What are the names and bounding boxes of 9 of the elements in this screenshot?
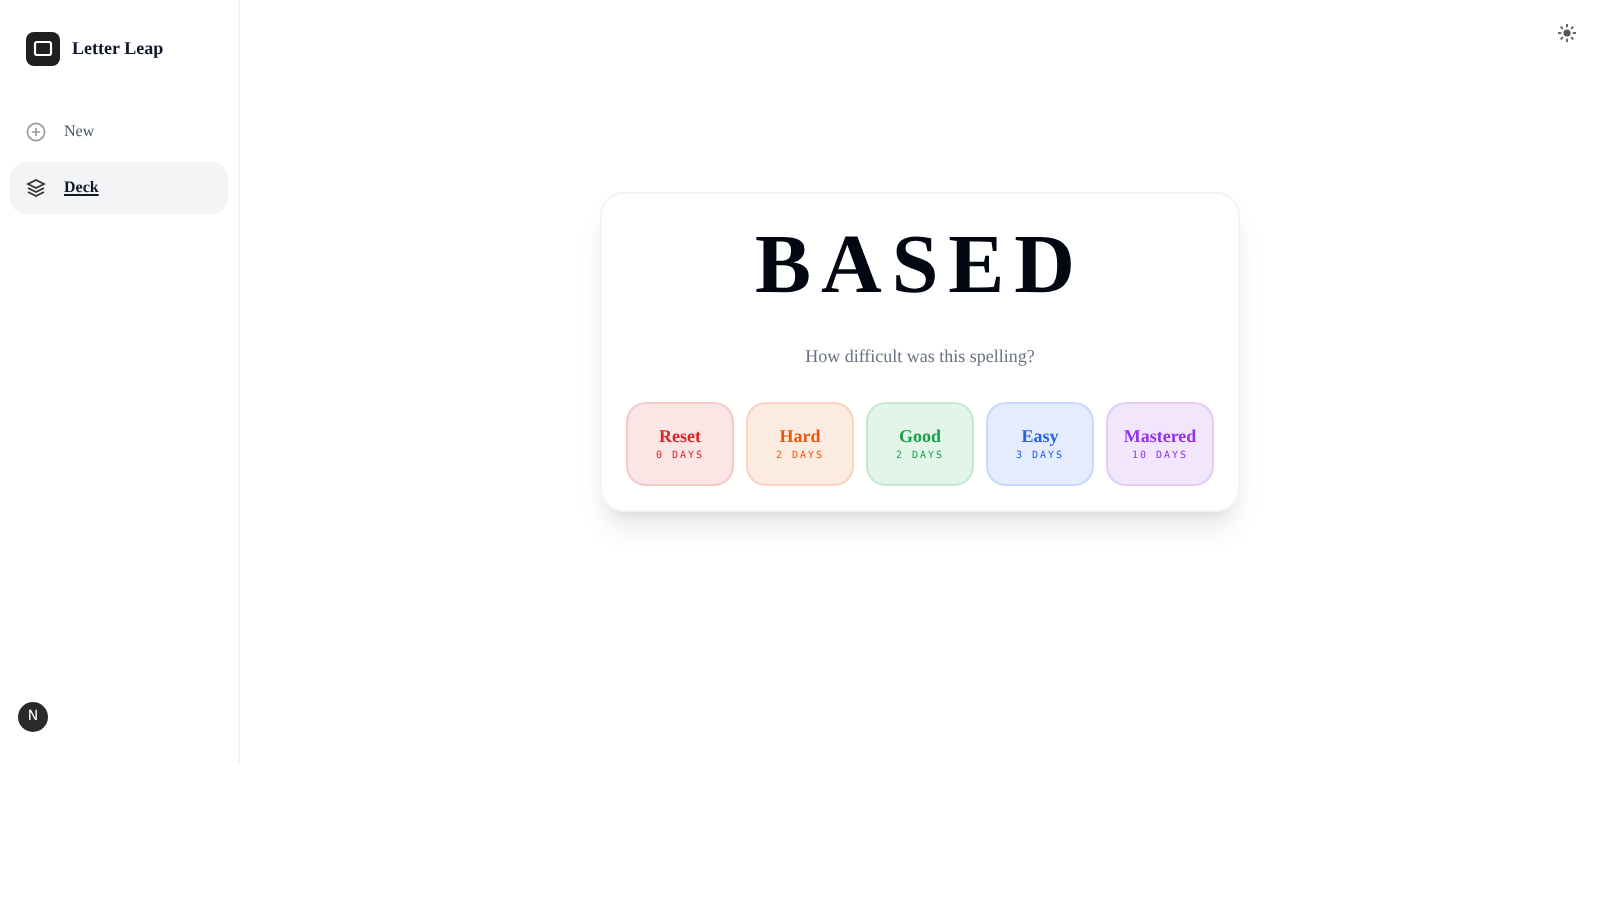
layers-icon xyxy=(26,178,46,198)
flashcard-word: BASED xyxy=(754,218,1086,316)
nav-item[interactable]: New xyxy=(10,106,228,158)
difficulty-prompt: How difficult was this spelling? xyxy=(805,343,1035,370)
theme-toggle-icon[interactable] xyxy=(1558,24,1576,42)
plus-circle-icon xyxy=(26,122,46,142)
nav-item[interactable]: Deck xyxy=(10,162,228,214)
app-logo-icon xyxy=(26,32,60,66)
app-title: Letter Leap xyxy=(72,35,164,62)
